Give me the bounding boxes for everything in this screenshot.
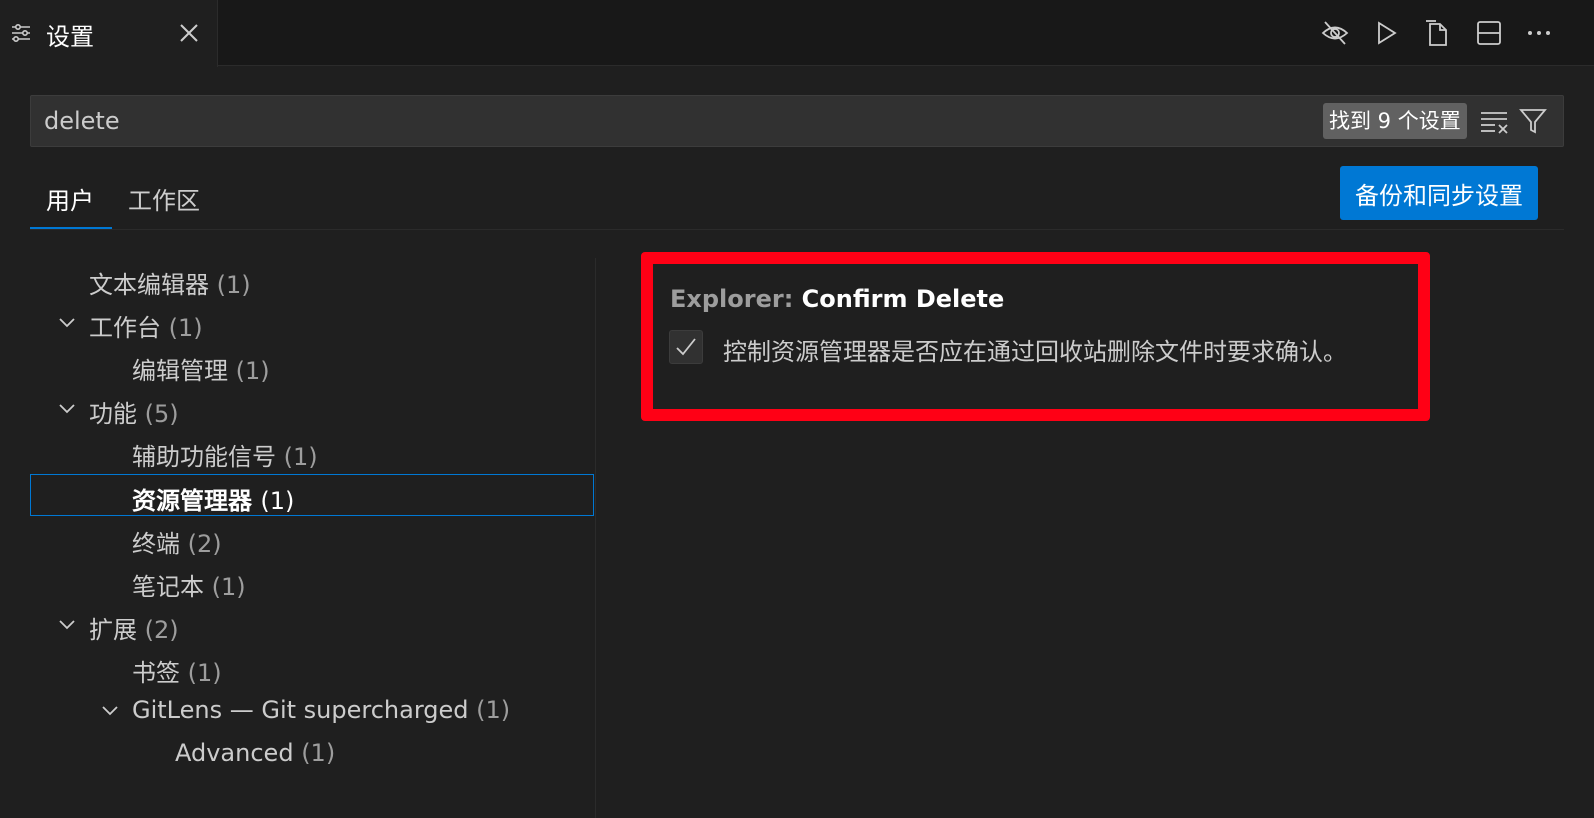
setting-name: Confirm Delete — [801, 285, 1005, 313]
toc-item-count: (1) — [211, 573, 246, 601]
settings-tab-title: 设置 — [46, 23, 94, 51]
confirm-delete-checkbox[interactable] — [669, 330, 703, 364]
chevron-down-icon — [100, 701, 120, 721]
toc-item-bookmarks[interactable]: 书签 (1) — [30, 646, 594, 688]
chevron-down-icon — [57, 399, 77, 419]
run-icon[interactable] — [1371, 18, 1401, 48]
toc-item-label: 资源管理器 — [132, 487, 252, 515]
toc-item-features[interactable]: 功能 (5) — [30, 387, 594, 429]
toc-item-notebook[interactable]: 笔记本 (1) — [30, 560, 594, 602]
toc-item-label: 终端 — [132, 530, 180, 558]
clear-filter-icon[interactable] — [1479, 108, 1509, 134]
setting-title: Explorer: Confirm Delete — [670, 285, 1004, 313]
toc-item-gitlens[interactable]: GitLens — Git supercharged (1) — [30, 689, 594, 731]
eye-closed-icon[interactable] — [1320, 18, 1350, 48]
settings-tab[interactable]: 设置 — [0, 0, 218, 67]
tab-workspace[interactable]: 工作区 — [128, 181, 200, 216]
checkmark-icon — [676, 338, 696, 356]
toc-item-workbench[interactable]: 工作台 (1) — [30, 301, 594, 343]
toc-item-explorer[interactable]: 资源管理器 (1) — [30, 474, 594, 516]
toc-item-label: 书签 — [132, 659, 180, 687]
setting-description: 控制资源管理器是否应在通过回收站删除文件时要求确认。 — [723, 338, 1347, 366]
toc-item-count: (1) — [260, 487, 295, 515]
setting-category: Explorer: — [670, 285, 802, 313]
toc-item-accessibility-signals[interactable]: 辅助功能信号 (1) — [30, 430, 594, 472]
toc-item-label: 扩展 — [89, 616, 137, 644]
open-settings-json-icon[interactable] — [1422, 18, 1452, 48]
settings-sliders-icon — [10, 22, 32, 44]
close-icon[interactable] — [176, 20, 202, 46]
editor-tab-bar: 设置 — [0, 0, 1594, 67]
split-editor-icon[interactable] — [1474, 18, 1504, 48]
toc-item-count: (2) — [144, 616, 179, 644]
toc-item-count: (1) — [216, 271, 251, 299]
active-tab-indicator — [30, 227, 112, 229]
toc-item-editor-management[interactable]: 编辑管理 (1) — [30, 344, 594, 386]
toc-item-count: (1) — [168, 314, 203, 342]
toc-item-terminal[interactable]: 终端 (2) — [30, 517, 594, 559]
settings-search-box: 找到 9 个设置 — [30, 95, 1564, 147]
toc-item-count: (1) — [235, 357, 270, 385]
toc-item-label: 功能 — [89, 400, 137, 428]
toc-item-count: (5) — [144, 400, 179, 428]
toc-item-count: (2) — [187, 530, 222, 558]
toc-item-extensions[interactable]: 扩展 (2) — [30, 603, 594, 645]
toc-item-count: (1) — [283, 443, 318, 471]
chevron-down-icon — [57, 615, 77, 635]
toc-item-count: (1) — [476, 696, 511, 724]
search-result-count-badge: 找到 9 个设置 — [1323, 103, 1467, 139]
toc-item-label: 文本编辑器 — [89, 271, 209, 299]
more-actions-icon[interactable] — [1524, 18, 1554, 48]
toc-item-label: GitLens — Git supercharged — [132, 696, 469, 724]
filter-icon[interactable] — [1519, 107, 1547, 135]
settings-scope-tabs: 用户 工作区 — [30, 166, 1564, 230]
toc-item-label: 编辑管理 — [132, 357, 228, 385]
toc-item-gitlens-advanced[interactable]: Advanced (1) — [30, 732, 594, 774]
chevron-down-icon — [57, 313, 77, 333]
toc-divider — [595, 258, 596, 818]
toc-item-text-editor[interactable]: 文本编辑器 (1) — [30, 258, 594, 300]
toc-item-label: 辅助功能信号 — [132, 443, 276, 471]
toc-item-label: 笔记本 — [132, 573, 204, 601]
tab-user[interactable]: 用户 — [46, 181, 94, 216]
settings-toc-tree: 文本编辑器 (1) 工作台 (1) 编辑管理 (1) 功能 (5) 辅助功能信号… — [30, 258, 594, 818]
toc-item-label: 工作台 — [89, 314, 161, 342]
toc-item-label: Advanced — [175, 739, 294, 767]
toc-item-count: (1) — [187, 659, 222, 687]
backup-sync-settings-button[interactable]: 备份和同步设置 — [1340, 166, 1538, 220]
toc-item-count: (1) — [301, 739, 336, 767]
settings-search-input[interactable] — [44, 104, 1244, 138]
